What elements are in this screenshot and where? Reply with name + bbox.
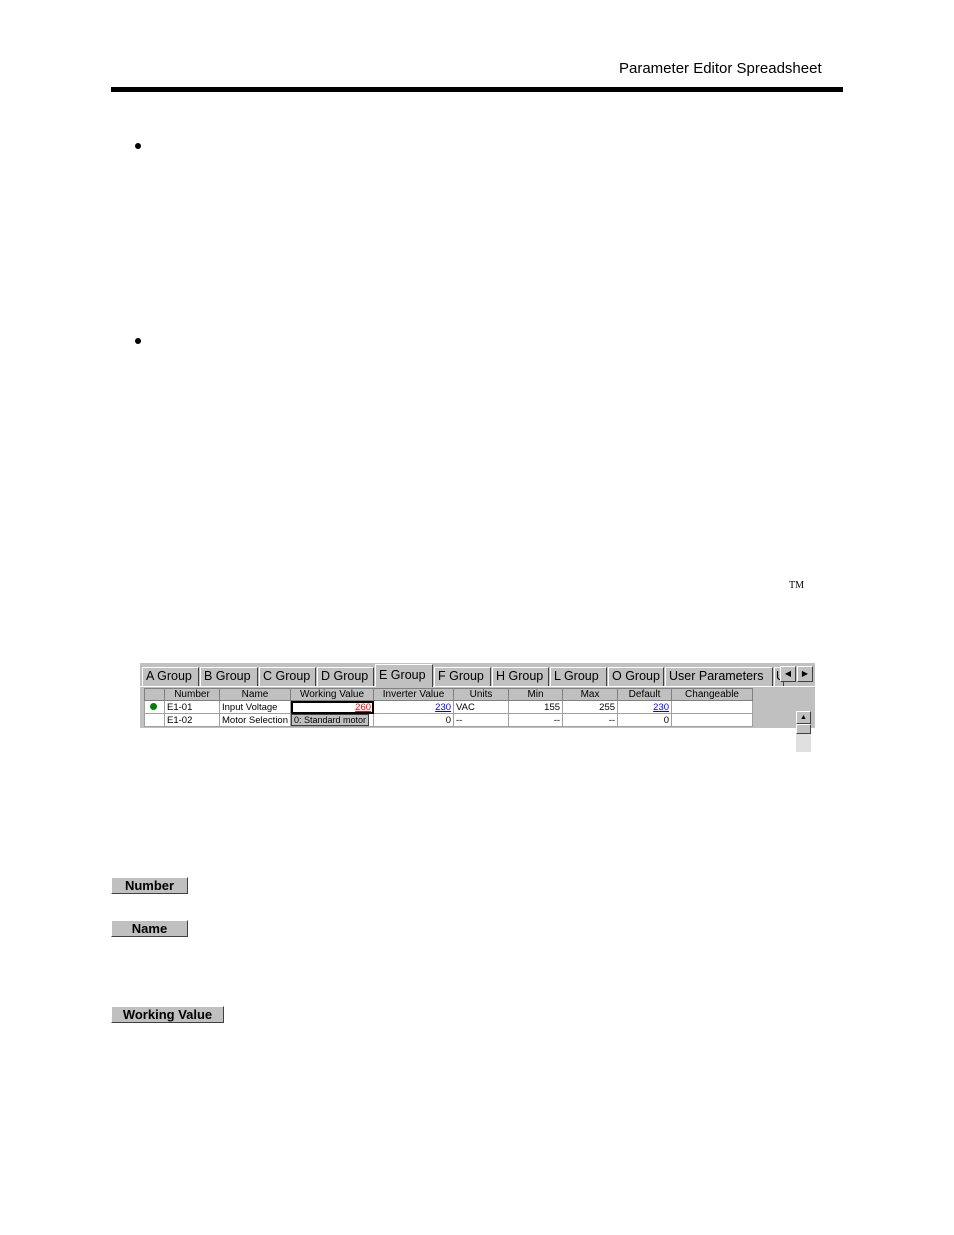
- cell-min[interactable]: 155: [508, 700, 564, 714]
- tab-l-group[interactable]: L Group: [550, 667, 607, 686]
- page-header-title: Parameter Editor Spreadsheet: [619, 60, 822, 77]
- tab-e-group[interactable]: E Group: [375, 664, 433, 687]
- col-header-max[interactable]: Max: [562, 688, 619, 701]
- grid-area: Number Name Working Value Inverter Value…: [140, 687, 815, 752]
- tab-c-group[interactable]: C Group: [259, 667, 316, 686]
- cell-max[interactable]: 255: [562, 700, 619, 714]
- scroll-up-button[interactable]: ▲: [796, 711, 811, 724]
- col-header-inverter-value[interactable]: Inverter Value: [373, 688, 455, 701]
- col-header-indicator[interactable]: [144, 688, 165, 701]
- tab-scroll-right-button[interactable]: ▶: [797, 666, 813, 682]
- working-value-header-sample: Working Value: [111, 1006, 224, 1023]
- cell-units[interactable]: VAC: [453, 700, 510, 714]
- tab-user-parameters[interactable]: User Parameters: [665, 667, 773, 686]
- cell-inverter-value[interactable]: 230: [373, 700, 455, 714]
- header-rule: [111, 87, 843, 92]
- parameter-table: Number Name Working Value Inverter Value…: [144, 688, 754, 727]
- group-tab-bar: A Group B Group C Group D Group E Group …: [140, 663, 815, 687]
- cell-inverter-value[interactable]: 0: [373, 713, 455, 727]
- table-header-row: Number Name Working Value Inverter Value…: [144, 688, 754, 701]
- col-header-min[interactable]: Min: [508, 688, 564, 701]
- cell-name[interactable]: Input Voltage: [218, 700, 292, 714]
- col-header-working-value[interactable]: Working Value: [290, 688, 375, 701]
- tab-o-group[interactable]: O Group: [608, 667, 664, 686]
- cell-name[interactable]: Motor Selection: [218, 713, 292, 727]
- scroll-thumb[interactable]: [796, 724, 811, 734]
- working-value-text: 260: [355, 701, 372, 713]
- cell-max[interactable]: --: [562, 713, 619, 727]
- col-header-name[interactable]: Name: [218, 688, 292, 701]
- parameter-grid-screenshot: A Group B Group C Group D Group E Group …: [140, 663, 815, 752]
- inverter-value-link[interactable]: 230: [435, 702, 451, 713]
- cell-default[interactable]: 0: [617, 713, 673, 727]
- col-header-number[interactable]: Number: [164, 688, 220, 701]
- tab-d-group[interactable]: D Group: [317, 667, 374, 686]
- cell-number[interactable]: E1-01: [164, 700, 220, 714]
- tab-scroll-left-button[interactable]: ◀: [780, 666, 796, 682]
- vertical-scrollbar[interactable]: ▲: [796, 711, 811, 752]
- table-row[interactable]: E1-01 Input Voltage 260 230 VAC 155 255 …: [144, 700, 754, 714]
- table-row[interactable]: E1-02 Motor Selection 0: Standard motor …: [144, 713, 754, 727]
- default-value-link[interactable]: 230: [653, 702, 669, 713]
- cell-number[interactable]: E1-02: [164, 713, 220, 727]
- col-header-changeable[interactable]: Changeable: [671, 688, 754, 701]
- cell-working-value[interactable]: 0: Standard motor: [290, 713, 375, 727]
- tab-b-group[interactable]: B Group: [200, 667, 258, 686]
- row-status-icon: [144, 713, 165, 727]
- working-value-dropdown[interactable]: 0: Standard motor: [291, 714, 370, 726]
- tab-f-group[interactable]: F Group: [434, 667, 491, 686]
- cell-min[interactable]: --: [508, 713, 564, 727]
- cell-default[interactable]: 230: [617, 700, 673, 714]
- col-header-units[interactable]: Units: [453, 688, 510, 701]
- name-header-sample: Name: [111, 920, 188, 937]
- number-header-sample: Number: [111, 877, 188, 894]
- bullet-1: [135, 143, 141, 149]
- tab-h-group[interactable]: H Group: [492, 667, 549, 686]
- cell-changeable[interactable]: [671, 700, 754, 714]
- row-status-icon: [144, 700, 165, 714]
- bullet-2: [135, 338, 141, 344]
- cell-units[interactable]: --: [453, 713, 510, 727]
- cell-working-value[interactable]: 260: [290, 700, 375, 714]
- trademark-mark: TM: [789, 580, 804, 591]
- col-header-default[interactable]: Default: [617, 688, 673, 701]
- cell-changeable[interactable]: [671, 713, 754, 727]
- tab-a-group[interactable]: A Group: [142, 667, 199, 686]
